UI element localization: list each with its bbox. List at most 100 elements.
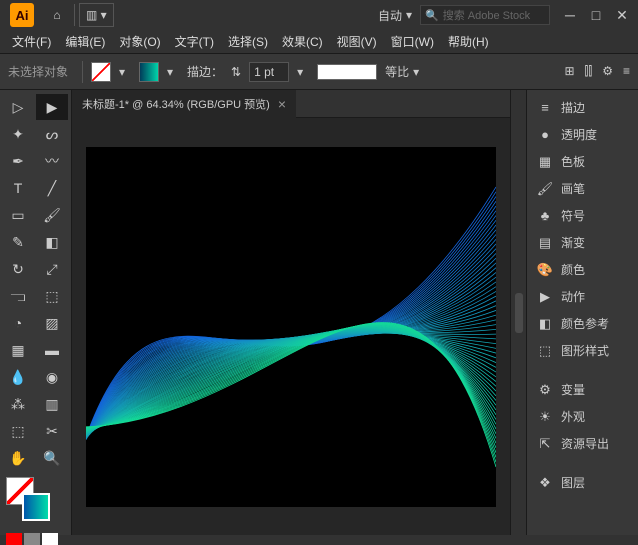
- shape-builder-tool[interactable]: ◔: [2, 310, 34, 336]
- panel-label: 动作: [561, 288, 585, 305]
- background-swatch[interactable]: [22, 493, 50, 521]
- panel-label: 颜色: [561, 261, 585, 278]
- panel-item[interactable]: ❖ 图层: [527, 469, 638, 496]
- menu-item[interactable]: 视图(V): [331, 31, 383, 52]
- ratio-dropdown[interactable]: 等比▾: [385, 63, 419, 80]
- zoom-tool[interactable]: 🔍: [36, 445, 68, 471]
- gradient-tool[interactable]: ▬: [36, 337, 68, 363]
- color-swatches[interactable]: [2, 477, 69, 481]
- menu-item[interactable]: 编辑(E): [59, 31, 111, 52]
- stroke-swatch[interactable]: [139, 62, 159, 82]
- menu-item[interactable]: 对象(O): [113, 31, 166, 52]
- chevron-down-icon[interactable]: ▾: [167, 65, 179, 79]
- panel-label: 图层: [561, 474, 585, 491]
- align-icon[interactable]: ⊞: [564, 64, 574, 79]
- tab-bar: 未标题-1* @ 64.34% (RGB/GPU 预览) ×: [72, 90, 510, 118]
- hand-tool[interactable]: ✋: [2, 445, 34, 471]
- panel-icon: ▦: [537, 154, 553, 170]
- panel-icon: ◧: [537, 316, 553, 332]
- stroke-style-swatch[interactable]: [317, 64, 377, 80]
- options-icon[interactable]: ⚙: [602, 64, 613, 79]
- perspective-tool[interactable]: ▨: [36, 310, 68, 336]
- document-tab[interactable]: 未标题-1* @ 64.34% (RGB/GPU 预览) ×: [72, 90, 296, 118]
- panel-icon: ●: [537, 127, 553, 143]
- artboard[interactable]: [86, 147, 496, 507]
- menu-item[interactable]: 帮助(H): [442, 31, 495, 52]
- eraser-tool[interactable]: ◧: [36, 229, 68, 255]
- panel-item[interactable]: ⇱资源导出: [527, 430, 638, 457]
- mesh-tool[interactable]: ▦: [2, 337, 34, 363]
- minimize-button[interactable]: ─: [558, 5, 582, 25]
- panel-item[interactable]: 🎨颜色: [527, 256, 638, 283]
- menu-item[interactable]: 文件(F): [6, 31, 57, 52]
- curvature-tool[interactable]: 〰: [36, 148, 68, 174]
- panel-item[interactable]: ◧ 颜色参考: [527, 310, 638, 337]
- menu-item[interactable]: 窗口(W): [385, 31, 440, 52]
- search-input[interactable]: 🔍搜索 Adobe Stock: [420, 5, 550, 25]
- width-tool[interactable]: ⫎: [2, 283, 34, 309]
- panel-item[interactable]: ⚙变量: [527, 376, 638, 403]
- panel-item[interactable]: ♣符号: [527, 202, 638, 229]
- slice-tool[interactable]: ✂: [36, 418, 68, 444]
- home-icon[interactable]: ⌂: [44, 3, 70, 27]
- panel-item[interactable]: ⬚图形样式: [527, 337, 638, 364]
- panel-item[interactable]: ▶动作: [527, 283, 638, 310]
- menu-item[interactable]: 选择(S): [222, 31, 274, 52]
- layout-button[interactable]: ▥ ▾: [79, 3, 114, 27]
- chevron-down-icon[interactable]: ▾: [297, 65, 309, 79]
- panel-item[interactable]: ● 透明度: [527, 121, 638, 148]
- pencil-tool[interactable]: ✎: [2, 229, 34, 255]
- panel-item[interactable]: 🖌 画笔: [527, 175, 638, 202]
- panel-label: 色板: [561, 153, 585, 170]
- panel-collapse[interactable]: [510, 90, 526, 535]
- artboard-tool[interactable]: ⬚: [2, 418, 34, 444]
- panel-item[interactable]: ▤渐变: [527, 229, 638, 256]
- panel-icon: 🖌: [537, 181, 553, 197]
- free-transform-tool[interactable]: ⬚: [36, 283, 68, 309]
- rectangle-tool[interactable]: ▭: [2, 202, 34, 228]
- paintbrush-tool[interactable]: 🖌: [36, 202, 68, 228]
- panel-item[interactable]: ☀ 外观: [527, 403, 638, 430]
- maximize-button[interactable]: □: [584, 5, 608, 25]
- panel-icon: ≡: [537, 100, 553, 116]
- menu-item[interactable]: 效果(C): [276, 31, 329, 52]
- line-tool[interactable]: ╱: [36, 175, 68, 201]
- stepper-icon[interactable]: ⇅: [231, 65, 241, 79]
- chevron-down-icon[interactable]: ▾: [119, 65, 131, 79]
- pen-tool[interactable]: ✒: [2, 148, 34, 174]
- stroke-weight-input[interactable]: 1 pt: [249, 62, 289, 82]
- menu-item[interactable]: 文字(T): [169, 31, 220, 52]
- blend-tool[interactable]: ◉: [36, 364, 68, 390]
- close-tab-icon[interactable]: ×: [278, 96, 286, 112]
- toolbox: ▷ ▶ ✦ ᔕ ✒ 〰 T ╱ ▭ 🖌 ✎ ◧ ↻ ⤢ ⫎ ⬚ ◔ ▨ ▦ ▬ …: [0, 90, 72, 535]
- panel-label: 颜色参考: [561, 315, 609, 332]
- panel-icon: ⬚: [537, 343, 553, 359]
- lasso-tool[interactable]: ᔕ: [36, 121, 68, 147]
- scale-tool[interactable]: ⤢: [36, 256, 68, 282]
- panel-label: 外观: [561, 408, 585, 425]
- selection-status: 未选择对象: [8, 63, 68, 80]
- panel-icon: ⚙: [537, 382, 553, 398]
- panel-item[interactable]: ≡描边: [527, 94, 638, 121]
- column-graph-tool[interactable]: ▥: [36, 391, 68, 417]
- tab-title: 未标题-1* @ 64.34% (RGB/GPU 预览): [82, 96, 270, 112]
- panel-item[interactable]: ▦ 色板: [527, 148, 638, 175]
- panel-icon: ☀: [537, 409, 553, 425]
- direct-selection-tool[interactable]: ▶: [36, 94, 68, 120]
- fill-swatch[interactable]: [91, 62, 111, 82]
- arrange-icon[interactable]: ⫿⫿: [585, 64, 593, 79]
- magic-wand-tool[interactable]: ✦: [2, 121, 34, 147]
- close-button[interactable]: ✕: [610, 5, 634, 25]
- symbol-sprayer-tool[interactable]: ⁂: [2, 391, 34, 417]
- auto-dropdown[interactable]: 自动▾: [378, 7, 412, 24]
- panel-label: 透明度: [561, 126, 597, 143]
- eyedropper-tool[interactable]: 💧: [2, 364, 34, 390]
- canvas[interactable]: [72, 118, 510, 535]
- title-bar: Ai ⌂ ▥ ▾ 自动▾ 🔍搜索 Adobe Stock ─ □ ✕: [0, 0, 638, 30]
- panel-label: 画笔: [561, 180, 585, 197]
- selection-tool[interactable]: ▷: [2, 94, 34, 120]
- panel-icon: ❖: [537, 475, 553, 491]
- panel-menu-icon[interactable]: ≡: [623, 64, 630, 79]
- rotate-tool[interactable]: ↻: [2, 256, 34, 282]
- type-tool[interactable]: T: [2, 175, 34, 201]
